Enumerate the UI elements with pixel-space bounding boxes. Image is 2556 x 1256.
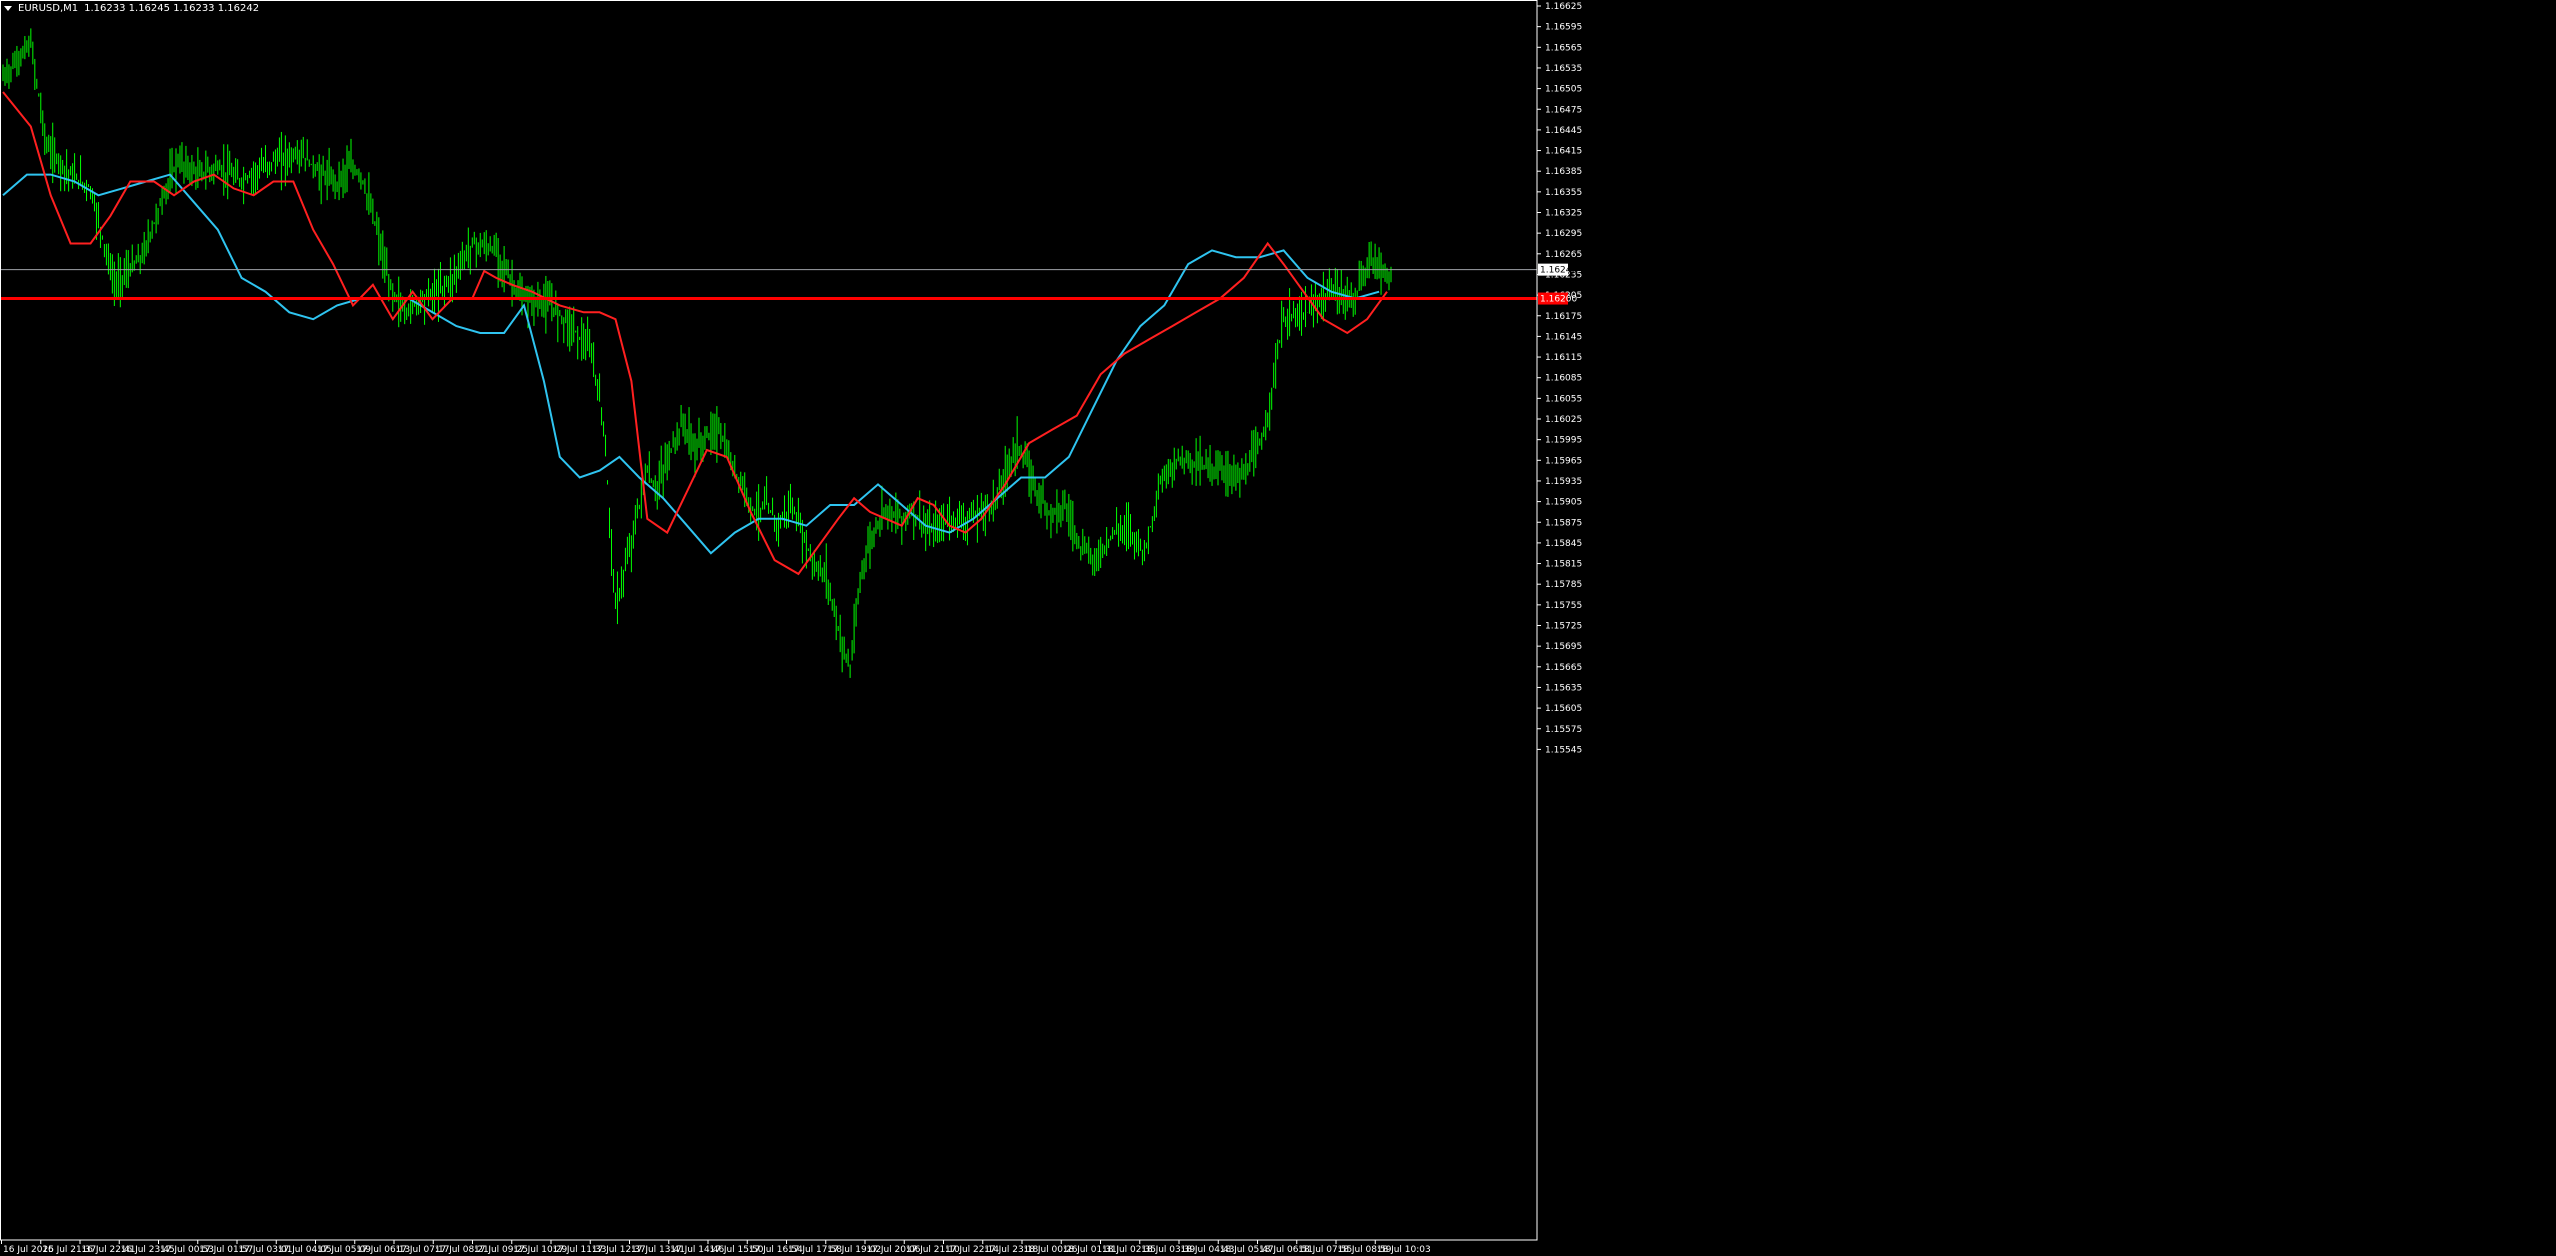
- price-tick-label: 1.15695: [1545, 642, 1582, 652]
- price-tick-label: 1.15815: [1545, 560, 1582, 570]
- chart-header: EURUSD,M1 1.16233 1.16245 1.16233 1.1624…: [4, 3, 259, 14]
- price-tick-label: 1.15905: [1545, 498, 1582, 508]
- price-tick-label: 1.16145: [1545, 332, 1582, 342]
- price-tick-label: 1.16265: [1545, 250, 1582, 260]
- price-tick-label: 1.15545: [1545, 745, 1582, 755]
- price-tick-label: 1.16445: [1545, 126, 1582, 136]
- price-tick-label: 1.16085: [1545, 374, 1582, 384]
- slow-moving-average-line: [2, 173, 1380, 555]
- price-tick-label: 1.16325: [1545, 209, 1582, 219]
- ohlc-readout: 1.16233 1.16245 1.16233 1.16242: [84, 3, 260, 14]
- price-candles: [2, 28, 1392, 678]
- price-tick-label: 1.15845: [1545, 539, 1582, 549]
- price-tick-label: 1.16115: [1545, 353, 1582, 363]
- price-tick-label: 1.16595: [1545, 23, 1582, 33]
- price-tick-label: 1.16535: [1545, 64, 1582, 74]
- price-tick-label: 1.16415: [1545, 147, 1582, 157]
- price-tick-label: 1.15785: [1545, 580, 1582, 590]
- chart-menu-icon[interactable]: [4, 6, 12, 11]
- price-tick-label: 1.15755: [1545, 601, 1582, 611]
- price-tick-label: 1.16055: [1545, 394, 1582, 404]
- fast-moving-average-line: [2, 91, 1388, 576]
- price-tick-label: 1.15575: [1545, 725, 1582, 735]
- price-tick-label: 1.16565: [1545, 43, 1582, 53]
- current-price-label: 1.16242: [1540, 266, 1577, 276]
- price-tick-label: 1.15665: [1545, 663, 1582, 673]
- price-tick-label: 1.15965: [1545, 456, 1582, 466]
- price-tick-label: 1.15725: [1545, 622, 1582, 632]
- price-tick-label: 1.16295: [1545, 229, 1582, 239]
- price-tick-label: 1.16625: [1545, 2, 1582, 12]
- price-tick-label: 1.16025: [1545, 415, 1582, 425]
- price-tick-label: 1.15875: [1545, 518, 1582, 528]
- price-tick-label: 1.16475: [1545, 105, 1582, 115]
- price-tick-label: 1.16385: [1545, 167, 1582, 177]
- hline-price-label: 1.16200: [1540, 295, 1577, 305]
- price-tick-label: 1.16175: [1545, 312, 1582, 322]
- axes: 1.16625 1.16595 1.16565 1.16535 1.16505 1.164…: [0, 0, 1582, 1255]
- plot-area: [0, 28, 1537, 678]
- chart-window[interactable]: 1.16625 1.16595 1.16565 1.16535 1.16505 1.164…: [0, 0, 2556, 1256]
- price-chart[interactable]: 1.16625 1.16595 1.16565 1.16535 1.16505 1.164…: [0, 0, 2556, 1256]
- price-tick-label: 1.15995: [1545, 436, 1582, 446]
- time-tick-label: 18 Jul 10:03: [1377, 1245, 1431, 1255]
- price-tick-label: 1.16505: [1545, 85, 1582, 95]
- price-tick-label: 1.16355: [1545, 188, 1582, 198]
- price-tick-label: 1.15935: [1545, 477, 1582, 487]
- price-tick-label: 1.15605: [1545, 704, 1582, 714]
- symbol-timeframe: EURUSD,M1: [18, 3, 79, 14]
- price-tick-label: 1.15635: [1545, 683, 1582, 693]
